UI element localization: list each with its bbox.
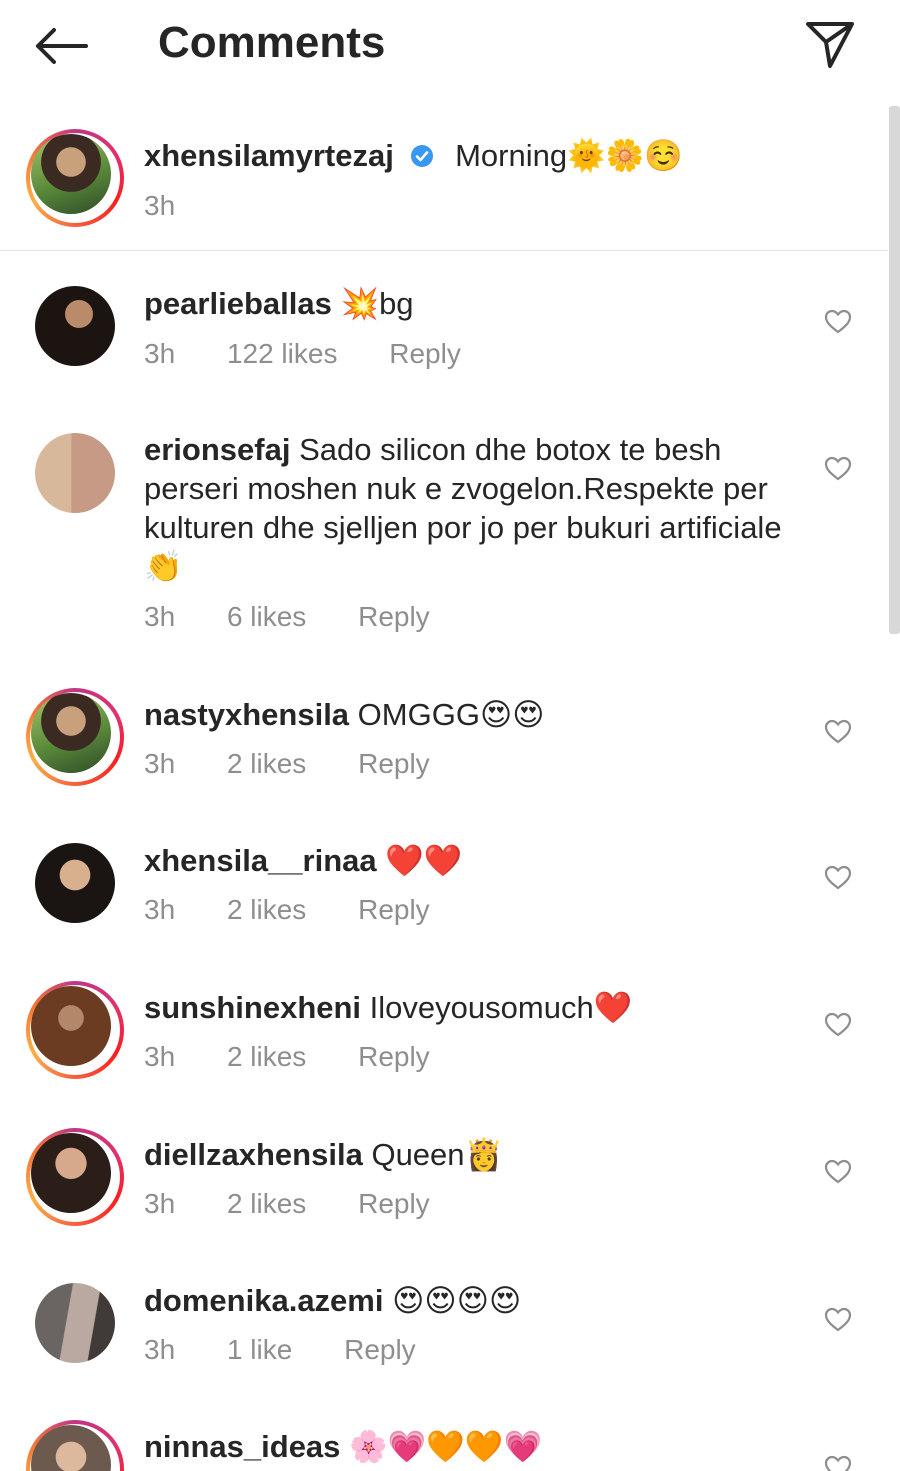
story-ring[interactable]: [26, 981, 124, 1079]
post-caption: xhensilamyrtezaj Morning🌞🌼☺️ 3h: [0, 106, 888, 251]
caption-username[interactable]: xhensilamyrtezaj: [144, 138, 394, 173]
comment-likes[interactable]: 2 likes: [227, 1188, 306, 1219]
comment-time: 3h: [144, 1041, 176, 1072]
comment-username[interactable]: nastyxhensila: [144, 697, 349, 732]
like-heart-icon[interactable]: [824, 455, 852, 483]
avatar[interactable]: [31, 134, 111, 214]
comment-likes[interactable]: 2 likes: [227, 748, 306, 779]
comment-time: 3h: [144, 1188, 176, 1219]
paper-plane-icon: [806, 22, 854, 68]
reply-button[interactable]: Reply: [358, 601, 430, 632]
page-title: Comments: [158, 18, 386, 67]
verified-badge-icon: [411, 145, 434, 167]
comment-likes[interactable]: 1 like: [227, 1334, 292, 1365]
comment-time: 3h: [144, 1334, 176, 1365]
comment-text: 🌸💗🧡🧡💗: [349, 1429, 543, 1464]
comment-likes[interactable]: 2 likes: [227, 1041, 306, 1072]
comment-time: 3h: [144, 894, 176, 925]
story-ring[interactable]: [26, 1128, 124, 1226]
avatar[interactable]: [35, 433, 115, 513]
comment-time: 3h: [144, 748, 176, 779]
share-button[interactable]: [802, 18, 858, 72]
like-heart-icon[interactable]: [824, 308, 852, 336]
comment-username[interactable]: domenika.azemi: [144, 1283, 383, 1318]
back-button[interactable]: [30, 24, 90, 68]
comment-username[interactable]: xhensila__rinaa: [144, 843, 377, 878]
comment-username[interactable]: sunshinexheni: [144, 990, 361, 1025]
avatar[interactable]: [35, 843, 115, 923]
like-heart-icon[interactable]: [824, 1011, 852, 1039]
caption-text: Morning🌞🌼☺️: [455, 138, 683, 173]
like-heart-icon[interactable]: [824, 1158, 852, 1186]
story-ring[interactable]: [26, 1420, 124, 1471]
like-heart-icon[interactable]: [824, 1306, 852, 1334]
comment-likes[interactable]: 122 likes: [227, 338, 338, 369]
reply-button[interactable]: Reply: [344, 1334, 416, 1365]
like-heart-icon[interactable]: [824, 864, 852, 892]
comment-likes[interactable]: 2 likes: [227, 894, 306, 925]
reply-button[interactable]: Reply: [389, 338, 461, 369]
reply-button[interactable]: Reply: [358, 1188, 430, 1219]
reply-button[interactable]: Reply: [358, 748, 430, 779]
comment-username[interactable]: erionsefaj: [144, 432, 290, 467]
comment-item: ninnas_ideas 🌸💗🧡🧡💗: [0, 1420, 900, 1471]
avatar[interactable]: [31, 693, 111, 773]
comment-text: 💥bg: [340, 286, 414, 321]
arrow-left-icon: [36, 28, 88, 64]
comment-text: Queen👸: [371, 1137, 504, 1172]
comment-username[interactable]: ninnas_ideas: [144, 1429, 340, 1464]
comment-text: 😍😍😍😍: [392, 1283, 522, 1318]
comment-username[interactable]: pearlieballas: [144, 286, 332, 321]
comment-likes[interactable]: 6 likes: [227, 601, 306, 632]
comment-time: 3h: [144, 601, 176, 632]
avatar[interactable]: [35, 1283, 115, 1363]
caption-time: 3h: [144, 190, 176, 221]
story-ring[interactable]: [26, 129, 124, 227]
comment-username[interactable]: diellzaxhensila: [144, 1137, 363, 1172]
comment-time: 3h: [144, 338, 176, 369]
avatar[interactable]: [35, 286, 115, 366]
reply-button[interactable]: Reply: [358, 1041, 430, 1072]
like-heart-icon[interactable]: [824, 718, 852, 746]
avatar[interactable]: [31, 1133, 111, 1213]
comment-text: ❤️❤️: [385, 843, 463, 878]
avatar[interactable]: [31, 986, 111, 1066]
scrollbar[interactable]: [889, 106, 900, 634]
story-ring[interactable]: [26, 688, 124, 786]
reply-button[interactable]: Reply: [358, 894, 430, 925]
comment-text: Iloveyousomuch❤️: [369, 990, 633, 1025]
comment-text: OMGGG😍😍: [357, 697, 545, 732]
header-bar: Comments: [0, 0, 900, 92]
like-heart-icon[interactable]: [824, 1454, 852, 1471]
